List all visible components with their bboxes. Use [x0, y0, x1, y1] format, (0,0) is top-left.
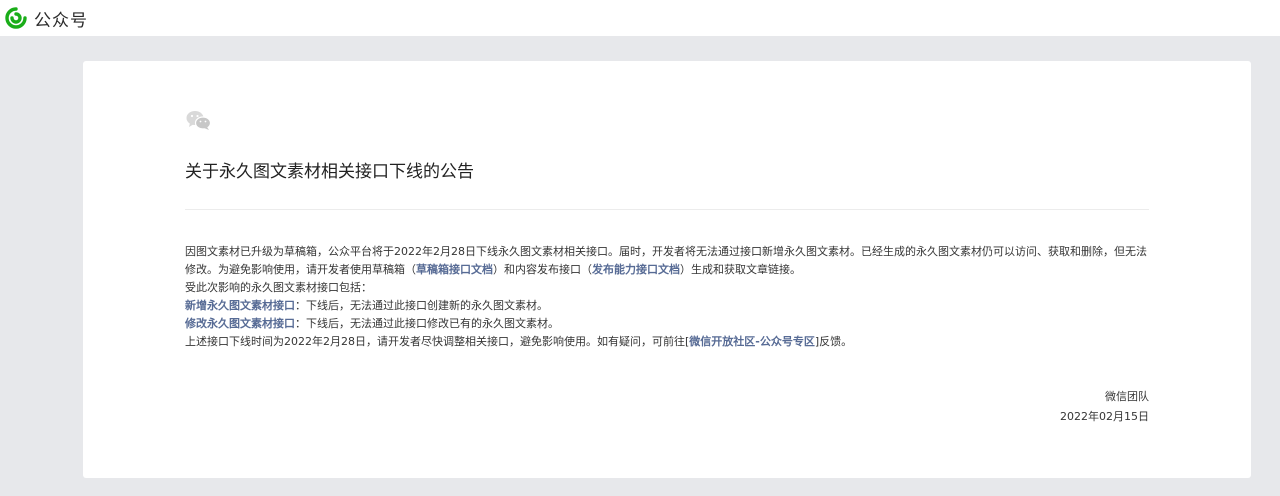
affected-intro: 受此次影响的永久图文素材接口包括：	[185, 281, 372, 294]
paragraph-intro: 因图文素材已升级为草稿箱，公众平台将于2022年2月28日下线永久图文素材相关接…	[185, 243, 1149, 279]
divider	[185, 209, 1149, 210]
wechat-official-account-logo-icon[interactable]	[4, 6, 28, 30]
affected-item-modify: 修改永久图文素材接口：下线后，无法通过此接口修改已有的永久图文素材。	[185, 315, 1149, 333]
wechat-chat-icon	[185, 109, 213, 131]
signature: 微信团队	[1105, 390, 1149, 403]
signature-block: 微信团队 2022年02月15日	[185, 387, 1149, 427]
intro-text-b: ）和内容发布接口（	[493, 263, 592, 276]
affected-item-modify-name: 修改永久图文素材接口	[185, 317, 295, 330]
draft-api-doc-link[interactable]: 草稿箱接口文档	[416, 263, 493, 276]
affected-item-add-desc: ：下线后，无法通过此接口创建新的永久图文素材。	[295, 299, 548, 312]
closing-text-b: ]反馈。	[814, 335, 853, 348]
brand-name[interactable]: 公众号	[34, 6, 88, 31]
notice-title: 关于永久图文素材相关接口下线的公告	[185, 162, 474, 182]
notice-date: 2022年02月15日	[1060, 410, 1149, 423]
closing-text-a: 上述接口下线时间为2022年2月28日，请开发者尽快调整相关接口，避免影响使用。…	[185, 335, 690, 348]
top-bar: 公众号	[0, 0, 1280, 36]
closing-paragraph: 上述接口下线时间为2022年2月28日，请开发者尽快调整相关接口，避免影响使用。…	[185, 333, 1149, 351]
intro-text-c: ）生成和获取文章链接。	[680, 263, 801, 276]
notice-body: 因图文素材已升级为草稿箱，公众平台将于2022年2月28日下线永久图文素材相关接…	[185, 243, 1149, 351]
publish-api-doc-link[interactable]: 发布能力接口文档	[592, 263, 680, 276]
affected-item-add-name: 新增永久图文素材接口	[185, 299, 295, 312]
notice-card: 关于永久图文素材相关接口下线的公告 因图文素材已升级为草稿箱，公众平台将于202…	[83, 61, 1251, 478]
notice-content: 关于永久图文素材相关接口下线的公告 因图文素材已升级为草稿箱，公众平台将于202…	[185, 109, 1149, 427]
affected-item-add: 新增永久图文素材接口：下线后，无法通过此接口创建新的永久图文素材。	[185, 297, 1149, 315]
affected-item-modify-desc: ：下线后，无法通过此接口修改已有的永久图文素材。	[295, 317, 559, 330]
community-link[interactable]: 微信开放社区-公众号专区	[689, 335, 815, 348]
